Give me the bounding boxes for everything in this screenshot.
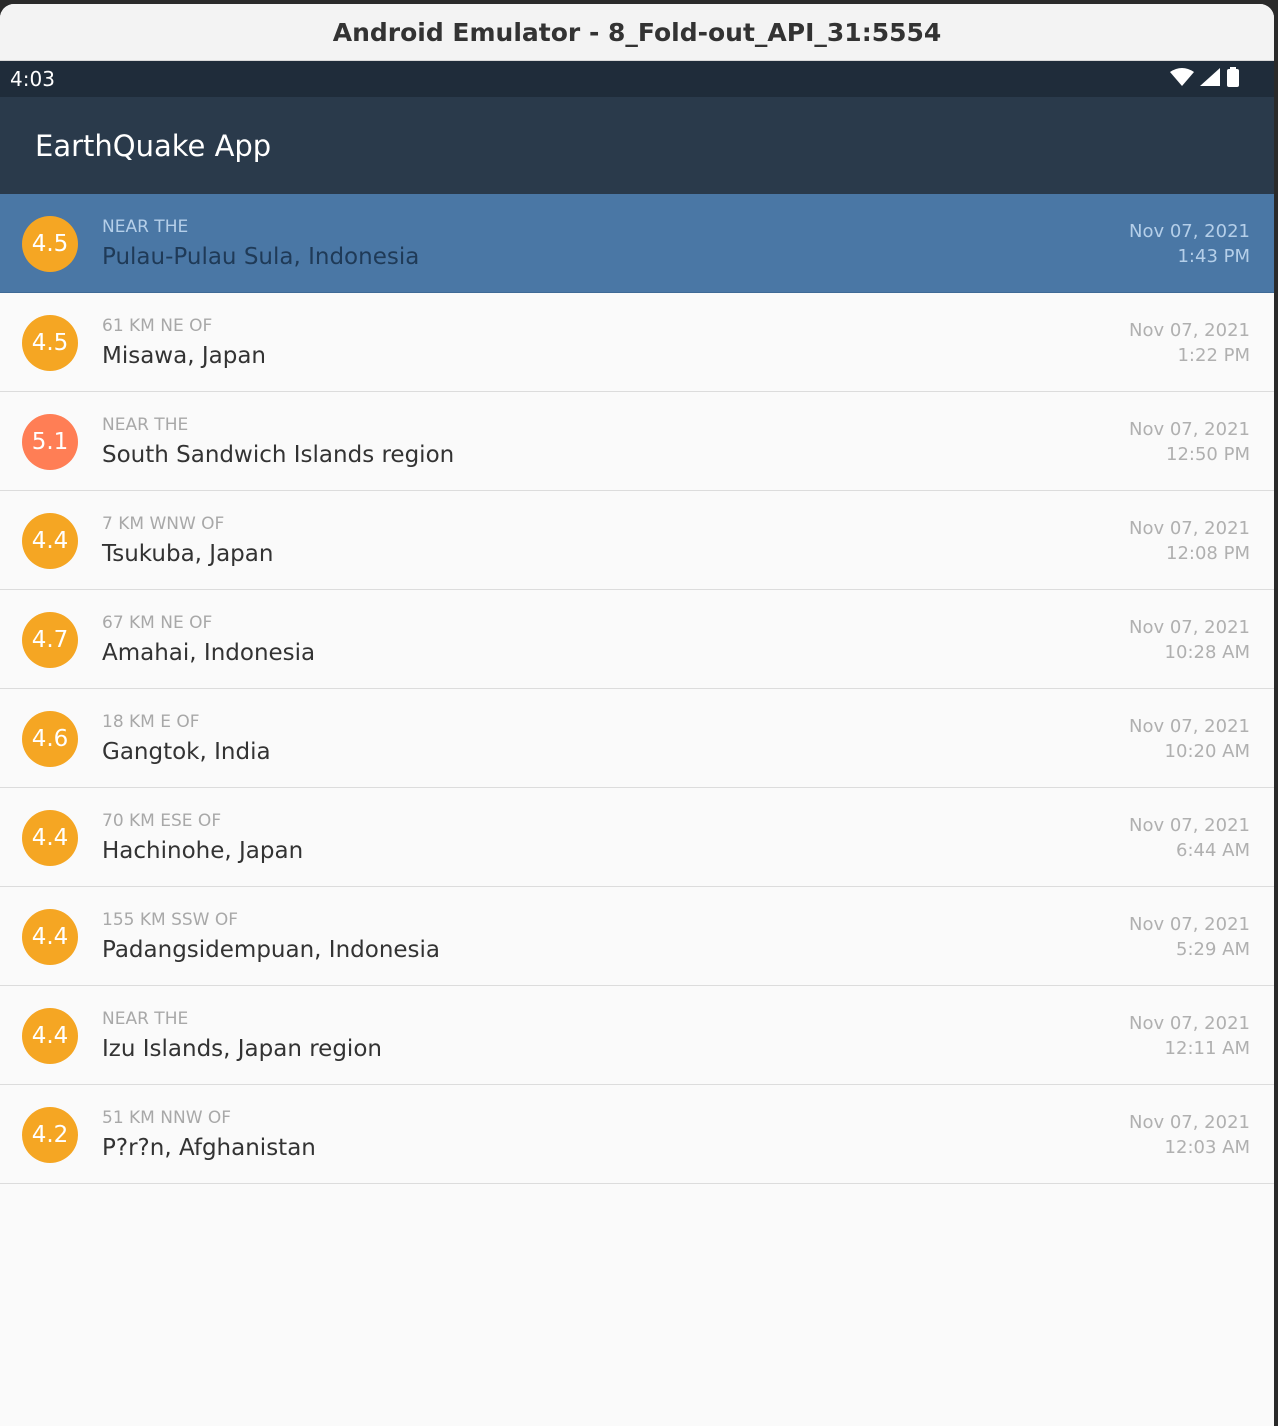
primary-location: Amahai, Indonesia bbox=[102, 640, 316, 666]
quake-date: Nov 07, 2021 bbox=[1128, 518, 1250, 539]
status-icons bbox=[1170, 66, 1264, 92]
location-offset: 155 KM SSW OF bbox=[102, 910, 239, 930]
quake-date: Nov 07, 2021 bbox=[1128, 1112, 1250, 1133]
quake-date: Nov 07, 2021 bbox=[1128, 716, 1250, 737]
earthquake-list-item[interactable]: 4.2 51 KM NNW OF P?r?n, Afghanistan Nov 07,… bbox=[0, 1085, 1274, 1184]
primary-location: Padangsidempuan, Indonesia bbox=[102, 937, 441, 963]
magnitude-badge: 5.1 bbox=[22, 414, 78, 470]
earthquake-list-item[interactable]: 4.5 61 KM NE OF Misawa, Japan Nov 07, 2021 1… bbox=[0, 293, 1274, 392]
quake-time: 6:44 AM bbox=[1176, 840, 1250, 861]
earthquake-list-item[interactable]: 4.5 NEAR THE Pulau-Pulau Sula, Indonesia No… bbox=[0, 194, 1274, 293]
quake-time: 5:29 AM bbox=[1176, 939, 1250, 960]
location-offset: NEAR THE bbox=[102, 415, 189, 435]
wifi-icon bbox=[1170, 67, 1194, 91]
quake-time: 10:20 AM bbox=[1164, 741, 1250, 762]
earthquake-list-item[interactable]: 4.7 67 KM NE OF Amahai, Indonesia Nov 07, 2… bbox=[0, 590, 1274, 689]
magnitude-badge: 4.4 bbox=[22, 513, 78, 569]
location-offset: 7 KM WNW OF bbox=[102, 514, 225, 534]
status-bar: 4:03 bbox=[0, 61, 1274, 97]
magnitude-badge: 4.4 bbox=[22, 909, 78, 965]
location-offset: 51 KM NNW OF bbox=[102, 1108, 232, 1128]
quake-time: 10:28 AM bbox=[1164, 642, 1250, 663]
app-bar: EarthQuake App bbox=[0, 97, 1274, 194]
primary-location: Pulau-Pulau Sula, Indonesia bbox=[102, 244, 420, 270]
magnitude-badge: 4.7 bbox=[22, 612, 78, 668]
location-offset: 70 KM ESE OF bbox=[102, 811, 222, 831]
earthquake-list-item[interactable]: 4.4 70 KM ESE OF Hachinohe, Japan Nov 07, 2… bbox=[0, 788, 1274, 887]
magnitude-badge: 4.5 bbox=[22, 315, 78, 371]
earthquake-list: 4.5 NEAR THE Pulau-Pulau Sula, Indonesia No… bbox=[0, 194, 1274, 1184]
quake-time: 12:08 PM bbox=[1166, 543, 1250, 564]
location-offset: 67 KM NE OF bbox=[102, 613, 213, 633]
quake-date: Nov 07, 2021 bbox=[1128, 815, 1250, 836]
location-offset: NEAR THE bbox=[102, 1009, 189, 1029]
magnitude-badge: 4.4 bbox=[22, 810, 78, 866]
quake-time: 1:43 PM bbox=[1177, 246, 1250, 267]
primary-location: P?r?n, Afghanistan bbox=[102, 1135, 316, 1161]
earthquake-list-item[interactable]: 4.4 NEAR THE Izu Islands, Japan region Nov … bbox=[0, 986, 1274, 1085]
primary-location: Hachinohe, Japan bbox=[102, 838, 304, 864]
primary-location: South Sandwich Islands region bbox=[102, 442, 455, 468]
magnitude-badge: 4.2 bbox=[22, 1107, 78, 1163]
quake-time: 12:03 AM bbox=[1164, 1137, 1250, 1158]
quake-time: 1:22 PM bbox=[1177, 345, 1250, 366]
magnitude-badge: 4.6 bbox=[22, 711, 78, 767]
primary-location: Gangtok, India bbox=[102, 739, 271, 765]
primary-location: Misawa, Japan bbox=[102, 343, 266, 369]
quake-date: Nov 07, 2021 bbox=[1128, 221, 1250, 242]
primary-location: Tsukuba, Japan bbox=[102, 541, 274, 567]
status-time: 4:03 bbox=[10, 67, 55, 91]
quake-date: Nov 07, 2021 bbox=[1128, 617, 1250, 638]
quake-date: Nov 07, 2021 bbox=[1128, 1013, 1250, 1034]
earthquake-list-item[interactable]: 4.4 155 KM SSW OF Padangsidempuan, Indones… bbox=[0, 887, 1274, 986]
quake-date: Nov 07, 2021 bbox=[1128, 419, 1250, 440]
earthquake-list-item[interactable]: 4.6 18 KM E OF Gangtok, India Nov 07, 2021 1… bbox=[0, 689, 1274, 788]
location-offset: 18 KM E OF bbox=[102, 712, 200, 732]
quake-date: Nov 07, 2021 bbox=[1128, 914, 1250, 935]
magnitude-badge: 4.4 bbox=[22, 1008, 78, 1064]
signal-icon bbox=[1200, 67, 1220, 91]
magnitude-badge: 4.5 bbox=[22, 216, 78, 272]
quake-time: 12:11 AM bbox=[1164, 1038, 1250, 1059]
quake-time: 12:50 PM bbox=[1166, 444, 1250, 465]
app-title: EarthQuake App bbox=[35, 128, 272, 163]
primary-location: Izu Islands, Japan region bbox=[102, 1036, 382, 1062]
emulator-window: Android Emulator - 8_Fold-out_API_31:555… bbox=[0, 4, 1274, 1426]
location-offset: NEAR THE bbox=[102, 217, 189, 237]
window-title: Android Emulator - 8_Fold-out_API_31:555… bbox=[0, 4, 1274, 61]
battery-icon bbox=[1226, 66, 1240, 92]
earthquake-list-item[interactable]: 4.4 7 KM WNW OF Tsukuba, Japan Nov 07, 2021… bbox=[0, 491, 1274, 590]
earthquake-list-item[interactable]: 5.1 NEAR THE South Sandwich Islands region… bbox=[0, 392, 1274, 491]
quake-date: Nov 07, 2021 bbox=[1128, 320, 1250, 341]
location-offset: 61 KM NE OF bbox=[102, 316, 213, 336]
